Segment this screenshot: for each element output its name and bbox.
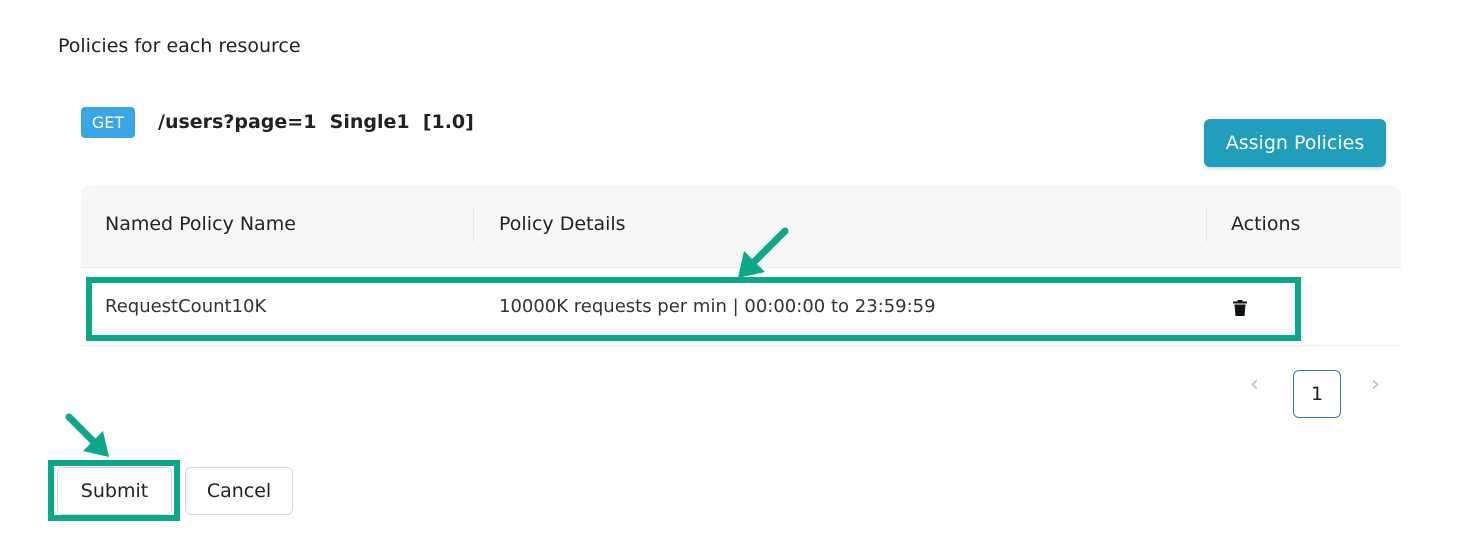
chevron-left-icon[interactable]: ‹ [1250,372,1259,397]
page-number-button[interactable]: 1 [1293,370,1341,418]
arrow-icon [65,413,109,457]
submit-button[interactable]: Submit [57,467,172,515]
arrow-icon [738,227,789,278]
chevron-right-icon[interactable]: › [1371,372,1380,397]
cancel-button[interactable]: Cancel [185,467,293,515]
